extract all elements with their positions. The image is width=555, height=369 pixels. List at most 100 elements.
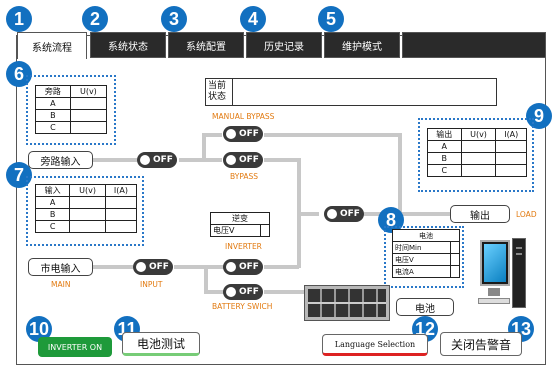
table-row-label: 电压V (210, 224, 261, 237)
wire (264, 290, 304, 294)
badge-4: 4 (240, 6, 266, 32)
table-cell (449, 253, 461, 266)
wire (202, 133, 222, 137)
inverter-label: INVERTER (225, 242, 262, 251)
language-selection-button[interactable]: Language Selection (322, 334, 428, 356)
table-row-label: B (427, 152, 462, 165)
mains-input-button[interactable]: 市电输入 (28, 258, 93, 276)
battery-switch-label: BATTERY SWICH (212, 302, 273, 311)
table-cell (104, 208, 138, 221)
load-label: LOAD (516, 210, 537, 219)
switch-knob (226, 287, 236, 297)
table-cell (69, 121, 108, 134)
output-table: 输出 U(v) I(A) A B C (427, 128, 527, 177)
table-header: 旁路 (35, 85, 71, 98)
bypass-input-switch[interactable]: OFF (137, 152, 177, 168)
table-row-label: C (427, 164, 462, 177)
battery-button[interactable]: 电池 (396, 298, 454, 316)
monitor-screen (480, 240, 510, 286)
switch-knob (140, 155, 150, 165)
table-cell (104, 196, 138, 209)
table-row-label: 电压V (392, 253, 451, 266)
switch-knob (327, 209, 337, 219)
table-cell (460, 152, 497, 165)
table-cell (69, 220, 106, 233)
output-switch[interactable]: OFF (324, 206, 364, 222)
table-cell (259, 224, 271, 237)
inverter-on-button[interactable]: INVERTER ON (38, 337, 112, 357)
wire (297, 212, 319, 216)
wire (204, 290, 224, 294)
table-cell (495, 164, 527, 177)
badge-2: 2 (82, 6, 108, 32)
wire (264, 158, 299, 162)
battery-rack-divider (308, 302, 386, 304)
table-cell (69, 196, 106, 209)
badge-5: 5 (318, 6, 344, 32)
table-row-label: 电流A (392, 265, 451, 278)
battery-test-button[interactable]: 电池测试 (122, 332, 200, 356)
tab-maintenance[interactable]: 维护模式 (324, 32, 400, 58)
table-header: 逆变 (210, 212, 270, 225)
switch-knob (136, 262, 146, 272)
tower-slot (516, 247, 522, 249)
wire (398, 212, 450, 216)
battery-table: 电池 时间Min 电压V 电流A (392, 229, 461, 278)
input-label: INPUT (140, 280, 163, 289)
table-row-label: A (35, 97, 71, 110)
bypass-switch[interactable]: OFF (223, 152, 263, 168)
table-row-label: B (34, 208, 71, 221)
switch-state-label: OFF (149, 262, 169, 272)
switch-state-label: OFF (239, 262, 259, 272)
input-switch[interactable]: OFF (133, 259, 173, 275)
switch-knob (226, 155, 236, 165)
switch-knob (226, 129, 236, 139)
battery-switch[interactable]: OFF (223, 284, 263, 300)
manual-bypass-switch[interactable]: OFF (223, 126, 263, 142)
wire (398, 133, 402, 215)
wire (93, 158, 137, 162)
wire (204, 265, 208, 293)
switch-state-label: OFF (239, 129, 259, 139)
switch-state-label: OFF (153, 155, 173, 165)
switch-state-label: OFF (239, 155, 259, 165)
silence-alarm-button[interactable]: 关闭告警音 (440, 332, 522, 356)
bypass-input-button[interactable]: 旁路输入 (28, 151, 93, 169)
table-row-label: C (35, 121, 71, 134)
wire (264, 265, 299, 269)
pc-tower-icon (512, 238, 526, 308)
tab-history[interactable]: 历史记录 (246, 32, 322, 58)
table-cell (69, 97, 108, 110)
inverter-switch[interactable]: OFF (223, 259, 263, 275)
table-row-label: B (35, 109, 71, 122)
table-header: U(v) (460, 128, 497, 141)
table-header: U(v) (69, 85, 108, 98)
wire (93, 265, 133, 269)
switch-knob (226, 262, 236, 272)
wire (174, 265, 226, 269)
table-row-label: C (34, 220, 71, 233)
keyboard (478, 298, 510, 304)
tower-slot (516, 253, 522, 255)
table-cell (495, 140, 527, 153)
wire (179, 158, 204, 162)
tab-system-status[interactable]: 系统状态 (90, 32, 166, 58)
table-row-label: A (427, 140, 462, 153)
table-cell (449, 241, 461, 254)
battery-rack-icon (304, 285, 390, 321)
table-header: U(v) (69, 184, 106, 197)
monitor-stand (488, 288, 500, 296)
table-cell (69, 109, 108, 122)
table-header: I(A) (495, 128, 527, 141)
wire (264, 133, 402, 137)
table-cell (449, 265, 461, 278)
table-cell (460, 140, 497, 153)
table-row-label: A (34, 196, 71, 209)
manual-bypass-label: MANUAL BYPASS (212, 112, 275, 121)
tab-bar-filler (402, 32, 546, 58)
tab-system-config[interactable]: 系统配置 (168, 32, 244, 58)
wire (202, 158, 222, 162)
input-table: 输入 U(v) I(A) A B C (34, 184, 138, 233)
output-button[interactable]: 输出 (450, 205, 510, 223)
tab-system-flow[interactable]: 系统流程 (17, 32, 87, 59)
